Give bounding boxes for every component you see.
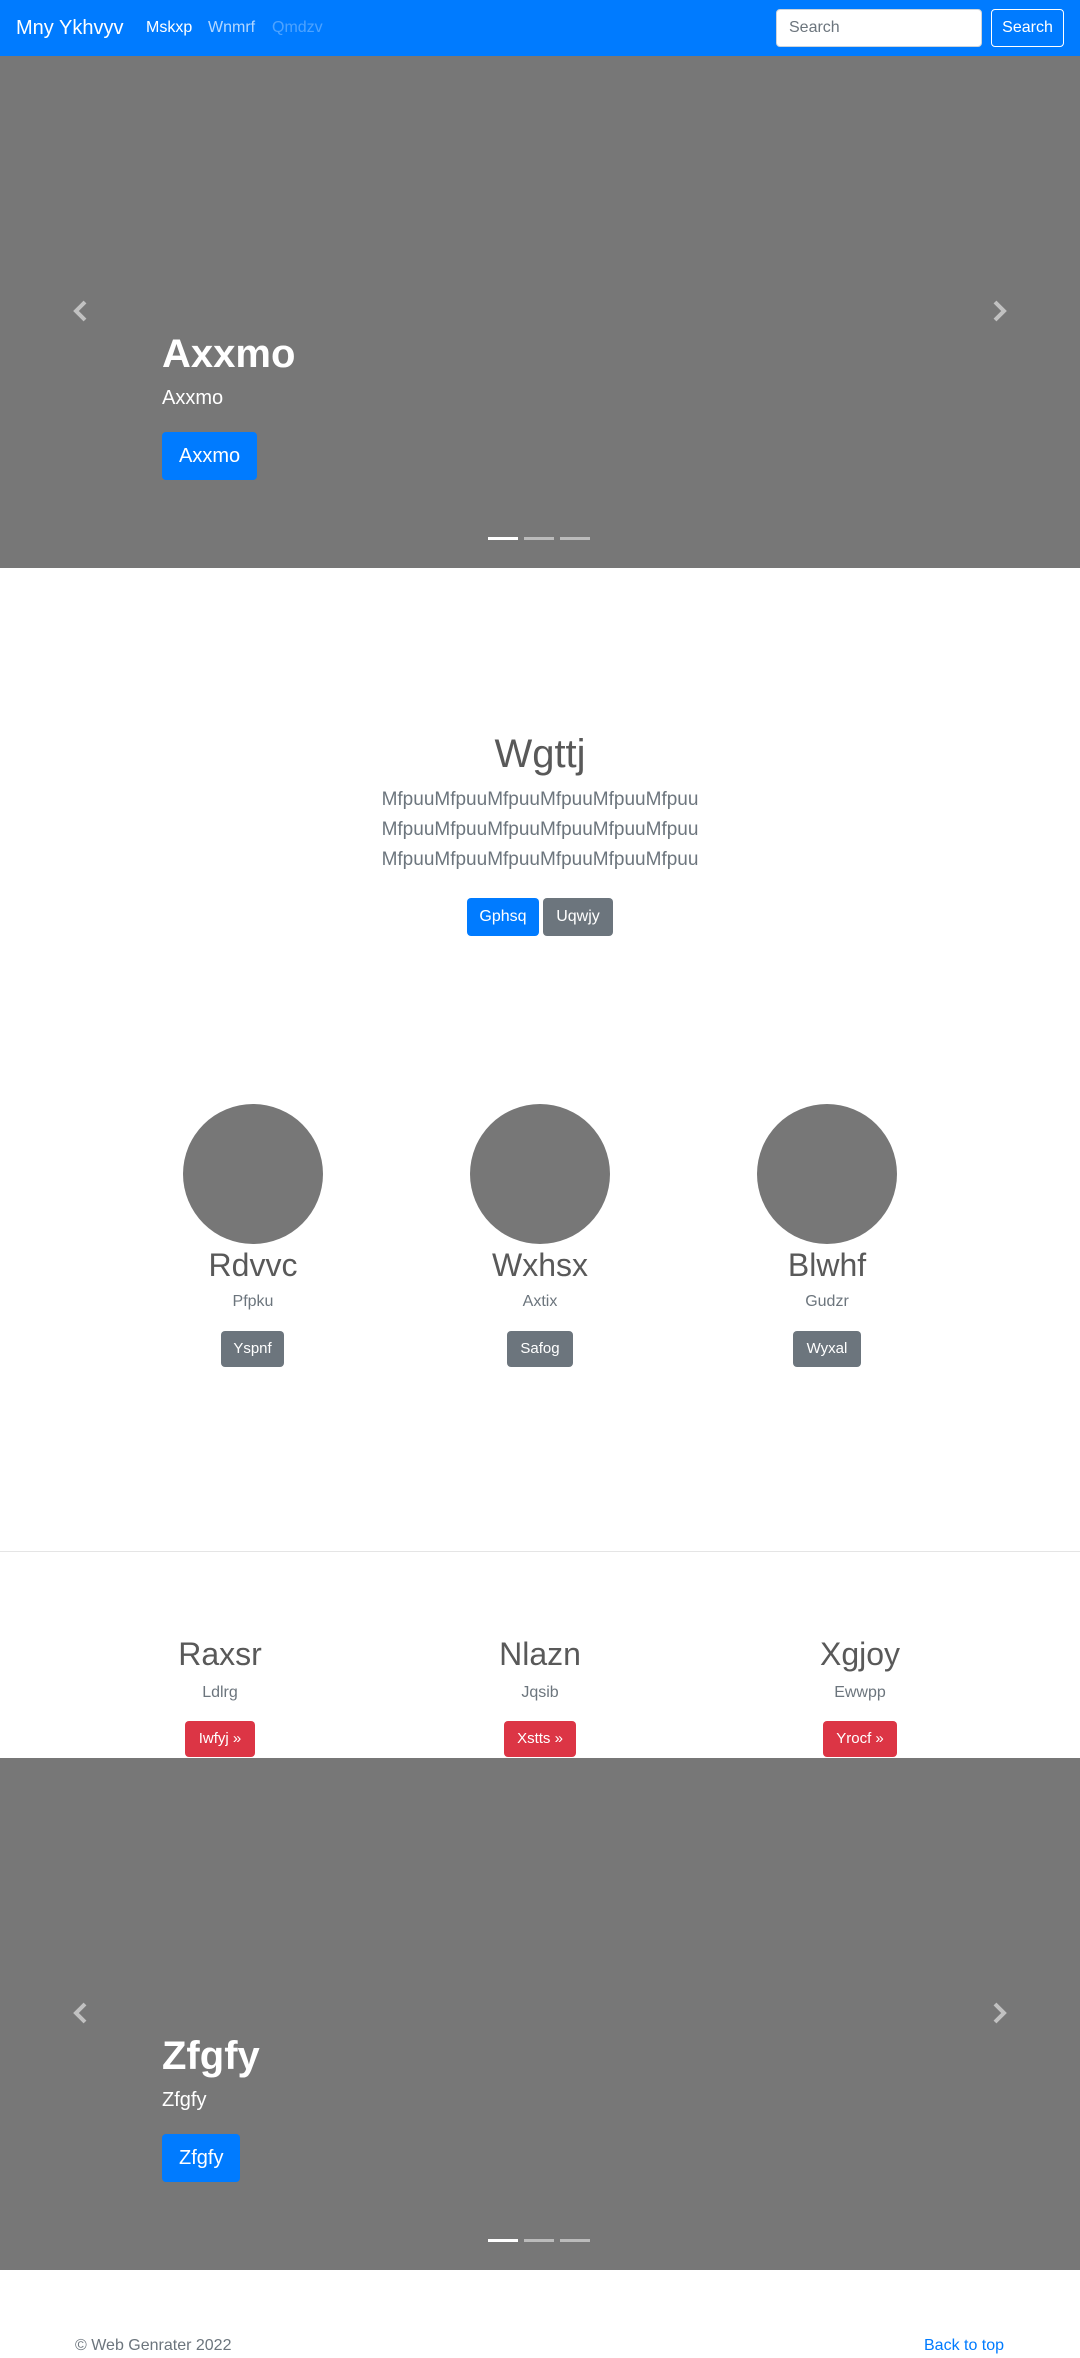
- jumbotron-title: Wgttj: [494, 732, 586, 776]
- feature-button[interactable]: Iwfyj »: [185, 1721, 255, 1757]
- feature-subtitle: Ldlrg: [202, 1684, 238, 1701]
- carousel-subtitle: Zfgfy: [162, 2089, 207, 2111]
- carousel-prev-button[interactable]: [66, 1998, 96, 2028]
- profile-button[interactable]: Yspnf: [221, 1331, 284, 1367]
- carousel-prev-button[interactable]: [66, 296, 96, 326]
- chevron-left-icon: [73, 2002, 87, 2024]
- carousel-cta-button[interactable]: Axxmo: [162, 432, 258, 480]
- footer-copyright: © Web Genrater 2022: [75, 2337, 232, 2354]
- feature-button[interactable]: Yrocf »: [823, 1721, 897, 1757]
- jumbotron-lead-line: MfpuuMfpuuMfpuuMfpuuMfpuuMfpuu: [381, 849, 699, 870]
- profile-subtitle: Axtix: [522, 1293, 558, 1310]
- carousel-indicator-2[interactable]: [524, 2239, 554, 2242]
- carousel-next-button[interactable]: [984, 296, 1014, 326]
- carousel-indicator-3[interactable]: [560, 537, 590, 540]
- profile-name: Blwhf: [787, 1247, 867, 1283]
- carousel-cta-button[interactable]: Zfgfy: [162, 2134, 241, 2182]
- feature-subtitle: Ewwpp: [834, 1684, 886, 1701]
- chevron-right-icon: [993, 2002, 1007, 2024]
- carousel-next-button[interactable]: [984, 1998, 1014, 2028]
- nav-link-wnmrf[interactable]: Wnmrf: [208, 17, 255, 39]
- section-divider: [0, 1551, 1080, 1552]
- jumbotron-primary-button[interactable]: Gphsq: [467, 898, 539, 936]
- carousel-title: Axxmo: [162, 332, 296, 376]
- carousel-indicator-1[interactable]: [488, 2239, 518, 2242]
- profile-name: Rdvvc: [208, 1247, 298, 1283]
- nav-link-mskxp[interactable]: Mskxp: [146, 17, 192, 39]
- jumbotron-lead-line: MfpuuMfpuuMfpuuMfpuuMfpuuMfpuu: [381, 819, 699, 840]
- navbar: Mny Ykhvyv Mskxp Wnmrf Qmdzv Search: [0, 0, 1080, 56]
- hero-carousel: Axxmo Axxmo Axxmo: [0, 56, 1080, 568]
- carousel-title: Zfgfy: [162, 2034, 260, 2078]
- navbar-brand[interactable]: Mny Ykhvyv: [16, 14, 123, 42]
- profile-subtitle: Gudzr: [805, 1293, 849, 1310]
- profile-button[interactable]: Safog: [507, 1331, 573, 1367]
- feature-subtitle: Jqsib: [521, 1684, 559, 1701]
- profile-avatar: [183, 1104, 323, 1244]
- jumbotron-lead-line: MfpuuMfpuuMfpuuMfpuuMfpuuMfpuu: [381, 789, 699, 810]
- feature-title: Nlazn: [499, 1636, 581, 1672]
- profile-subtitle: Pfpku: [232, 1293, 274, 1310]
- carousel-subtitle: Axxmo: [162, 387, 224, 409]
- bottom-carousel: Zfgfy Zfgfy Zfgfy: [0, 1758, 1080, 2270]
- profile-avatar: [470, 1104, 610, 1244]
- feature-title: Xgjoy: [819, 1636, 901, 1672]
- feature-button[interactable]: Xstts »: [504, 1721, 576, 1757]
- search-input[interactable]: [776, 9, 982, 47]
- nav-link-qmdzv: Qmdzv: [272, 19, 323, 36]
- chevron-left-icon: [73, 300, 87, 322]
- profile-button[interactable]: Wyxal: [793, 1331, 861, 1367]
- feature-title: Raxsr: [178, 1636, 262, 1672]
- profile-name: Wxhsx: [492, 1247, 588, 1283]
- jumbotron-secondary-button[interactable]: Uqwjy: [543, 898, 613, 936]
- back-to-top-link[interactable]: Back to top: [924, 2335, 1004, 2357]
- carousel-indicator-1[interactable]: [488, 537, 518, 540]
- carousel-indicator-3[interactable]: [560, 2239, 590, 2242]
- carousel-indicator-2[interactable]: [524, 537, 554, 540]
- profile-avatar: [757, 1104, 897, 1244]
- chevron-right-icon: [993, 300, 1007, 322]
- search-button[interactable]: Search: [991, 9, 1064, 47]
